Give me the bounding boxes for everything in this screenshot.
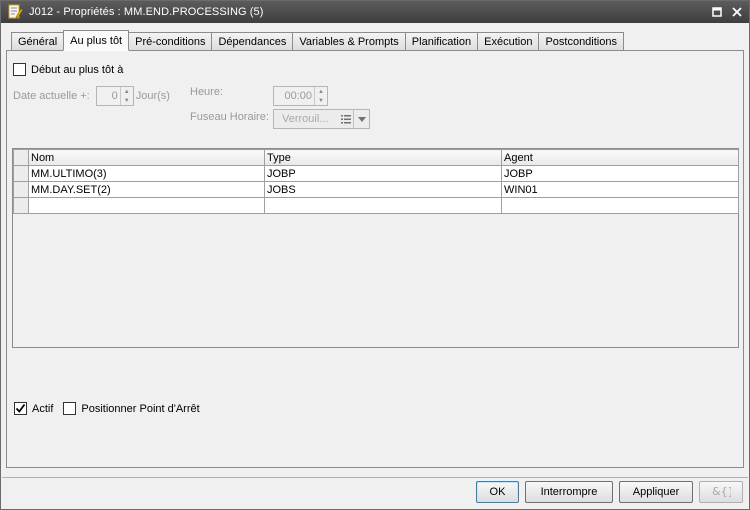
actif-row: Actif Positionner Point d'Arrêt bbox=[14, 402, 200, 415]
footer-divider bbox=[2, 477, 748, 478]
actif-label: Actif bbox=[32, 402, 54, 415]
actif-checkbox[interactable] bbox=[14, 402, 27, 415]
tab-preconditions[interactable]: Pré-conditions bbox=[128, 32, 213, 51]
chevron-down-icon[interactable] bbox=[353, 110, 369, 128]
ok-button[interactable]: OK bbox=[476, 481, 519, 503]
date-row: Date actuelle +: 0 ▲ ▼ Jour(s) bbox=[13, 86, 170, 106]
timezone-label: Fuseau Horaire: bbox=[190, 111, 269, 123]
cell-type[interactable]: JOBP bbox=[264, 165, 502, 182]
time-row: Heure: bbox=[190, 86, 223, 98]
cancel-button-label: Interrompre bbox=[540, 486, 598, 498]
row-selector[interactable] bbox=[13, 181, 29, 198]
apply-button[interactable]: Appliquer bbox=[619, 481, 693, 503]
breakpoint-label: Positionner Point d'Arrêt bbox=[81, 402, 200, 415]
time-spinner[interactable]: 00:00 ▲ ▼ bbox=[273, 86, 328, 106]
objects-table: Nom Type Agent MM.ULTIMO(3) JOBP JOBP MM bbox=[13, 149, 739, 214]
timezone-placeholder: Verrouil... bbox=[282, 113, 329, 125]
tab-planification[interactable]: Planification bbox=[404, 32, 479, 51]
svg-text:&{}: &{} bbox=[712, 485, 731, 498]
cell-type[interactable] bbox=[264, 197, 502, 214]
cell-nom[interactable] bbox=[28, 197, 265, 214]
tab-general[interactable]: Général bbox=[11, 32, 65, 51]
cell-agent[interactable] bbox=[501, 197, 739, 214]
ok-button-label: OK bbox=[489, 486, 506, 498]
row-selector-header[interactable] bbox=[13, 149, 29, 166]
cell-type[interactable]: JOBS bbox=[264, 181, 502, 198]
days-value: 0 bbox=[111, 90, 118, 102]
spin-up-icon[interactable]: ▲ bbox=[121, 87, 133, 96]
table-row[interactable]: MM.ULTIMO(3) JOBP JOBP bbox=[13, 165, 739, 182]
tab-dependances[interactable]: Dépendances bbox=[211, 32, 294, 51]
column-header-agent[interactable]: Agent bbox=[501, 149, 739, 166]
column-header-type[interactable]: Type bbox=[264, 149, 502, 166]
tab-postconditions[interactable]: Postconditions bbox=[538, 32, 624, 51]
earliest-start-row: Début au plus tôt à bbox=[13, 63, 123, 76]
table-row[interactable]: MM.DAY.SET(2) JOBS WIN01 bbox=[13, 181, 739, 198]
window-title: J012 - Propriétés : MM.END.PROCESSING (5… bbox=[29, 6, 264, 18]
maximize-icon[interactable] bbox=[709, 4, 725, 20]
title-bar[interactable]: J012 - Propriétés : MM.END.PROCESSING (5… bbox=[1, 1, 749, 23]
objects-grid: Nom Type Agent MM.ULTIMO(3) JOBP JOBP MM bbox=[12, 148, 739, 348]
list-icon[interactable] bbox=[339, 114, 353, 124]
column-header-nom[interactable]: Nom bbox=[28, 149, 265, 166]
tab-au-plus-tot[interactable]: Au plus tôt bbox=[63, 30, 130, 51]
tab-panel: Début au plus tôt à Date actuelle +: 0 ▲… bbox=[6, 50, 744, 468]
spin-down-icon[interactable]: ▼ bbox=[121, 96, 133, 105]
date-label: Date actuelle +: bbox=[13, 90, 90, 102]
cell-nom[interactable]: MM.DAY.SET(2) bbox=[28, 181, 265, 198]
timezone-row: Fuseau Horaire: bbox=[190, 111, 269, 123]
time-label: Heure: bbox=[190, 86, 224, 98]
tab-bar: Général Au plus tôt Pré-conditions Dépen… bbox=[11, 30, 624, 51]
days-unit: Jour(s) bbox=[135, 90, 170, 102]
row-selector[interactable] bbox=[13, 165, 29, 182]
script-button[interactable]: &{} bbox=[699, 481, 743, 503]
properties-window: J012 - Propriétés : MM.END.PROCESSING (5… bbox=[0, 0, 750, 510]
cell-nom[interactable]: MM.ULTIMO(3) bbox=[28, 165, 265, 182]
table-row-empty[interactable] bbox=[13, 197, 739, 214]
table-header-row: Nom Type Agent bbox=[13, 149, 739, 166]
cell-agent[interactable]: JOBP bbox=[501, 165, 739, 182]
tab-execution[interactable]: Exécution bbox=[477, 32, 540, 51]
days-spinner[interactable]: 0 ▲ ▼ bbox=[95, 86, 134, 106]
checkmark-icon bbox=[15, 403, 26, 413]
tab-variables-prompts[interactable]: Variables & Prompts bbox=[292, 32, 406, 51]
earliest-start-label: Début au plus tôt à bbox=[31, 63, 124, 76]
breakpoint-checkbox[interactable] bbox=[63, 402, 77, 415]
timezone-combo[interactable]: Verrouil... bbox=[273, 109, 370, 129]
apply-button-label: Appliquer bbox=[632, 486, 680, 498]
earliest-start-checkbox[interactable] bbox=[13, 63, 26, 76]
close-icon[interactable] bbox=[729, 4, 745, 20]
spin-down-icon[interactable]: ▼ bbox=[315, 96, 327, 105]
time-value: 00:00 bbox=[284, 90, 312, 102]
row-selector[interactable] bbox=[13, 197, 29, 214]
script-code-icon: &{} bbox=[711, 484, 735, 501]
spin-up-icon[interactable]: ▲ bbox=[315, 87, 327, 96]
cell-agent[interactable]: WIN01 bbox=[501, 181, 739, 198]
cancel-button[interactable]: Interrompre bbox=[525, 481, 613, 503]
document-edit-icon bbox=[7, 4, 23, 20]
